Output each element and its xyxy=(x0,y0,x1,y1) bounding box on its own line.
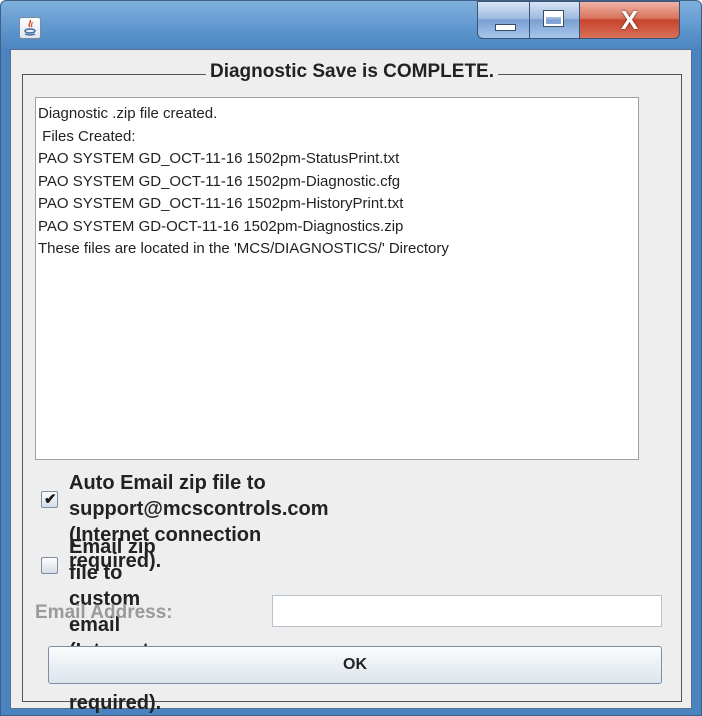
diagnostic-log-textarea[interactable]: Diagnostic .zip file created. Files Crea… xyxy=(35,97,639,460)
log-line: PAO SYSTEM GD-OCT-11-16 1502pm-Diagnosti… xyxy=(38,217,404,235)
ok-button[interactable]: OK xyxy=(48,646,662,684)
checkmark-icon: ✔ xyxy=(44,491,57,508)
dialog-window: X Diagnostic Save is COMPLETE. Diagnosti… xyxy=(0,0,702,716)
email-address-input[interactable] xyxy=(272,595,662,627)
dialog-content: Diagnostic Save is COMPLETE. Diagnostic … xyxy=(10,49,692,714)
log-line: These files are located in the 'MCS/DIAG… xyxy=(38,240,449,257)
log-line: Diagnostic .zip file created. xyxy=(38,105,218,122)
custom-email-checkbox[interactable]: ✔ xyxy=(41,557,58,574)
title-bar[interactable]: X xyxy=(1,1,701,49)
maximize-icon xyxy=(543,10,564,27)
log-line: PAO SYSTEM GD_OCT-11-16 1502pm-HistoryPr… xyxy=(38,195,404,212)
close-button[interactable]: X xyxy=(580,1,680,39)
maximize-button[interactable] xyxy=(530,1,580,39)
minimize-button[interactable] xyxy=(477,1,530,39)
java-app-icon[interactable] xyxy=(19,17,41,39)
log-line: PAO SYSTEM GD_OCT-11-16 1502pm-Diagnosti… xyxy=(38,172,401,190)
auto-email-checkbox[interactable]: ✔ xyxy=(41,491,58,508)
log-line: PAO SYSTEM GD_OCT-11-16 1502pm-StatusPri… xyxy=(38,150,400,167)
email-address-label: Email Address: xyxy=(35,602,173,623)
minimize-icon xyxy=(495,24,516,31)
log-line: Files Created: xyxy=(38,127,136,145)
close-icon: X xyxy=(620,5,639,35)
custom-email-label: Email zip file to custom email (Internet… xyxy=(69,536,176,714)
group-title: Diagnostic Save is COMPLETE. xyxy=(205,61,499,82)
